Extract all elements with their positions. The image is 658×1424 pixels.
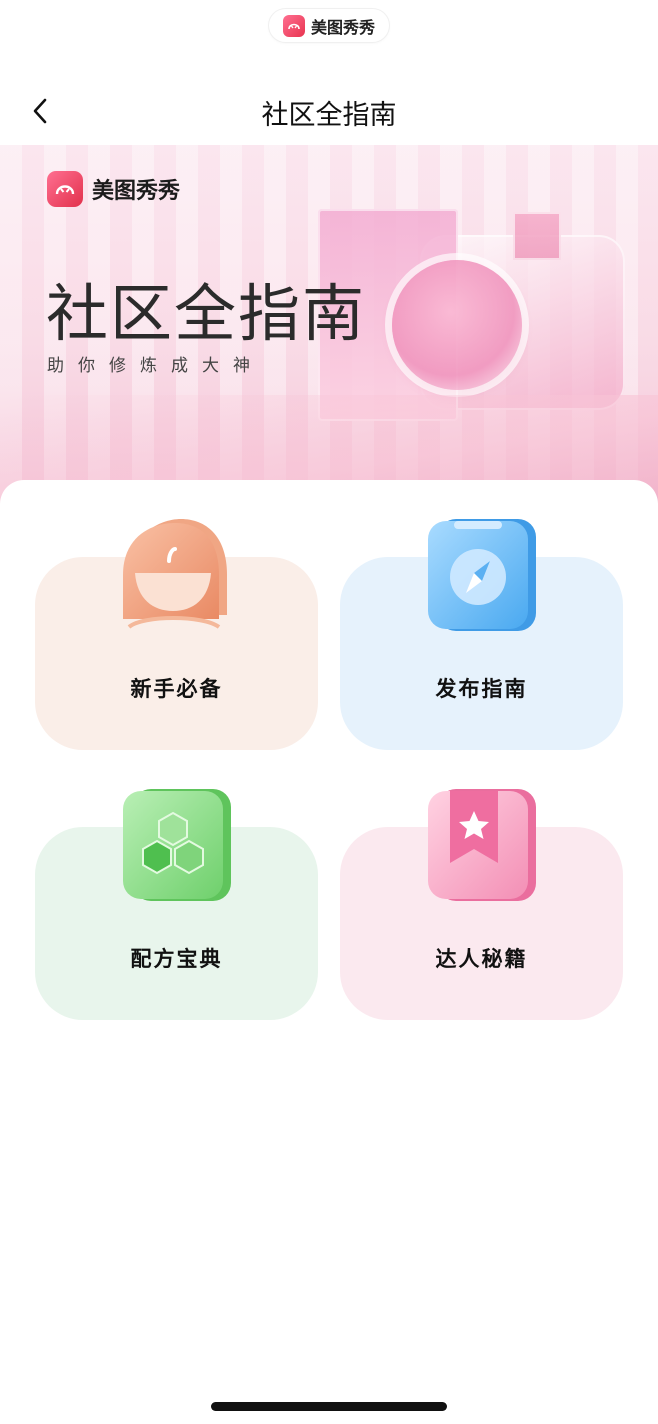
page-title: 社区全指南 bbox=[261, 100, 397, 131]
card-label: 达人秘籍 bbox=[435, 947, 528, 971]
banner-subtitle: 助你修炼成大神 bbox=[47, 356, 264, 376]
card-label: 发布指南 bbox=[435, 677, 528, 701]
app-indicator-pill: 美图秀秀 bbox=[269, 9, 389, 42]
compass-phone-icon bbox=[428, 519, 536, 631]
camera-lens-graphic bbox=[392, 260, 522, 390]
banner-title: 社区全指南 bbox=[46, 277, 367, 350]
card-label: 新手必备 bbox=[130, 677, 223, 701]
banner-brand-name: 美图秀秀 bbox=[92, 179, 181, 204]
guide-banner: 美图秀秀 社区全指南 助你修炼成大神 bbox=[0, 145, 658, 505]
home-indicator[interactable] bbox=[211, 1402, 447, 1411]
star-bookmark-book-icon bbox=[428, 789, 536, 901]
card-recipe-collection[interactable]: 配方宝典 bbox=[35, 789, 318, 1020]
meitu-logo-icon bbox=[282, 14, 305, 37]
card-newbie-essentials[interactable]: 新手必备 bbox=[35, 519, 318, 750]
camera-shutter-graphic bbox=[513, 212, 561, 260]
card-label: 配方宝典 bbox=[130, 947, 223, 971]
meitu-logo-icon bbox=[47, 171, 83, 207]
hexagon-cluster-icon bbox=[123, 789, 231, 901]
card-publish-guide[interactable]: 发布指南 bbox=[340, 519, 623, 750]
banner-brand-row: 美图秀秀 bbox=[47, 171, 180, 207]
person-bust-icon bbox=[123, 519, 227, 629]
app-name: 美图秀秀 bbox=[310, 17, 375, 37]
card-expert-secrets[interactable]: 达人秘籍 bbox=[340, 789, 623, 1020]
navigation-bar: 社区全指南 bbox=[0, 80, 658, 142]
page: 美图秀秀 社区全指南 美图秀秀 社区全指南 助你修炼成大神 新手必备 发布指南 … bbox=[0, 0, 658, 1424]
